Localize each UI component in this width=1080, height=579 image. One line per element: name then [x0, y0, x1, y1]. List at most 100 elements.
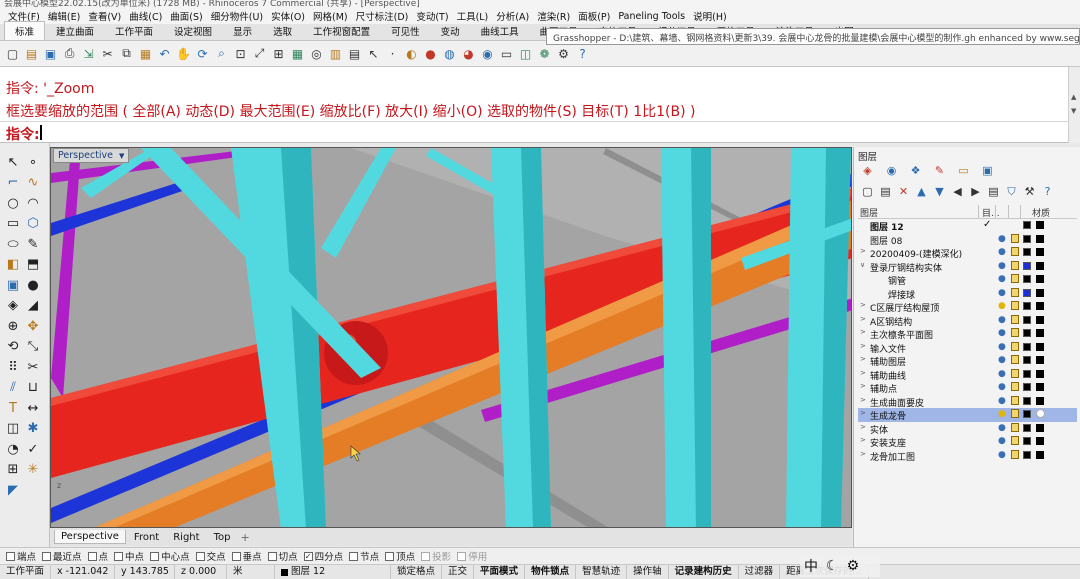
zoom-window-icon[interactable]: ⊡: [232, 45, 249, 62]
osnap-option[interactable]: 停用: [457, 549, 487, 563]
lock-icon[interactable]: [1011, 233, 1019, 243]
folder-icon[interactable]: ▭: [956, 163, 971, 178]
layer-color-swatch[interactable]: [1023, 423, 1031, 432]
command-scrollbar[interactable]: ▲ ▼: [1068, 67, 1080, 143]
lock-icon[interactable]: [1011, 328, 1019, 337]
grid-view-icon[interactable]: ▦: [289, 45, 306, 62]
scroll-down-icon[interactable]: ▼: [1071, 107, 1076, 115]
chevron-right-icon[interactable]: >: [860, 301, 866, 309]
tools-icon[interactable]: ⚒: [1022, 184, 1037, 199]
osnap-option[interactable]: 切点: [267, 549, 298, 563]
surface-icon[interactable]: ◧: [4, 256, 22, 274]
polygon-icon[interactable]: ⬡: [24, 215, 42, 233]
osnap-option[interactable]: 中心点: [150, 549, 190, 563]
material-swatch[interactable]: [1036, 437, 1044, 445]
layer-color-swatch[interactable]: [1023, 396, 1031, 405]
menu-item[interactable]: 细分物件(U): [207, 9, 267, 23]
menu-item[interactable]: Paneling Tools: [614, 11, 689, 22]
layer-color-swatch[interactable]: [1023, 234, 1031, 243]
menu-item[interactable]: 变动(T): [412, 9, 452, 23]
osnap-option[interactable]: 最近点: [42, 549, 82, 563]
color-wheel-icon[interactable]: ◕: [460, 45, 477, 62]
lock-icon[interactable]: [1011, 274, 1019, 283]
menu-item[interactable]: 面板(P): [574, 9, 614, 23]
status-toggle[interactable]: 平面模式: [474, 565, 526, 579]
material-swatch[interactable]: [1036, 342, 1044, 351]
visibility-bulb-icon[interactable]: ●: [998, 342, 1006, 352]
monitor-icon[interactable]: ▣: [980, 163, 995, 178]
visibility-bulb-icon[interactable]: ●: [998, 396, 1006, 406]
explode-icon[interactable]: ✳: [24, 461, 42, 479]
viewport-title[interactable]: Perspective ▼: [53, 148, 130, 163]
chevron-right-icon[interactable]: >: [860, 436, 866, 444]
menu-item[interactable]: 尺寸标注(D): [352, 9, 413, 23]
status-toggle[interactable]: 正交: [442, 565, 475, 579]
material-icon[interactable]: ◍: [441, 45, 458, 62]
layer-color-swatch[interactable]: [1023, 450, 1031, 459]
point-icon[interactable]: ∘: [24, 153, 42, 171]
paint-icon[interactable]: ◤: [4, 481, 22, 499]
layer-color-swatch[interactable]: [1023, 342, 1031, 351]
status-toggle[interactable]: 智慧轨迹: [576, 565, 628, 579]
osnap-option[interactable]: 垂点: [231, 549, 262, 563]
current-check-icon[interactable]: ✓: [983, 219, 991, 230]
toolbar-tab[interactable]: 选取: [263, 22, 302, 40]
visibility-bulb-icon[interactable]: ●: [998, 288, 1006, 298]
lock-icon[interactable]: [1011, 422, 1019, 432]
material-swatch[interactable]: [1036, 396, 1044, 405]
viewport-tab[interactable]: Top: [208, 531, 237, 544]
layer-row[interactable]: > 龙骨加工图 ●: [858, 449, 1077, 463]
layer-color-swatch[interactable]: [1023, 437, 1031, 445]
checkbox-icon[interactable]: [385, 551, 395, 561]
grasshopper-icon[interactable]: ❁: [536, 45, 553, 62]
chevron-right-icon[interactable]: >: [860, 382, 866, 390]
status-toggle[interactable]: 记录建构历史: [669, 565, 739, 579]
lock-icon[interactable]: [1011, 287, 1019, 297]
check-icon[interactable]: ✓: [24, 440, 42, 458]
layer-color-swatch[interactable]: [1023, 261, 1031, 270]
lock-icon[interactable]: [1011, 449, 1019, 459]
toolbar-tab[interactable]: 工作视窗配置: [303, 22, 380, 40]
layer-row[interactable]: > A区钢结构 ●: [858, 314, 1077, 328]
lock-icon[interactable]: [1011, 314, 1019, 324]
menu-item[interactable]: 工具(L): [453, 9, 493, 23]
lock-icon[interactable]: [1011, 355, 1019, 364]
material-swatch[interactable]: [1036, 221, 1044, 229]
layer-color-swatch[interactable]: [1023, 248, 1031, 256]
layer-color-swatch[interactable]: [1023, 288, 1031, 297]
chevron-right-icon[interactable]: >: [860, 315, 866, 323]
chevron-right-icon[interactable]: >: [860, 396, 866, 404]
osnap-option[interactable]: ✓ 四分点: [303, 549, 343, 563]
material-swatch[interactable]: [1036, 423, 1044, 432]
filter-funnel-icon[interactable]: ⛉: [1004, 184, 1019, 199]
chevron-down-icon[interactable]: ∨: [860, 261, 865, 269]
visibility-bulb-icon[interactable]: ●: [998, 436, 1006, 446]
chevron-right-icon[interactable]: >: [860, 409, 866, 417]
layer-row[interactable]: >20200409-(建模深化) ●: [858, 246, 1077, 260]
material-icon[interactable]: ✎: [932, 163, 947, 178]
checkbox-icon[interactable]: [150, 551, 160, 561]
visibility-bulb-icon[interactable]: ●: [998, 301, 1006, 311]
status-toggle[interactable]: 过滤器: [739, 565, 781, 579]
viewport-tab[interactable]: Front: [128, 531, 165, 544]
toolbar-tab[interactable]: 工作平面: [105, 22, 163, 40]
layer-icon[interactable]: ◈: [860, 163, 875, 178]
osnap-option[interactable]: 点: [87, 549, 108, 563]
checkbox-icon[interactable]: [42, 551, 52, 561]
cut-icon[interactable]: ✂: [99, 45, 116, 62]
material-swatch[interactable]: [1036, 248, 1044, 256]
lock-icon[interactable]: [1011, 409, 1019, 418]
layer-row[interactable]: 图层 12 ✓: [858, 219, 1077, 233]
layer-row[interactable]: 焊接球 ●: [858, 287, 1077, 301]
new-sublayer-icon[interactable]: ▤: [878, 184, 893, 199]
status-toggle[interactable]: 物件锁点: [525, 565, 577, 579]
chevron-right-icon[interactable]: >: [860, 247, 866, 255]
layer-row[interactable]: > 安装支座 ●: [858, 435, 1077, 449]
copy-icon[interactable]: ⧉: [118, 45, 135, 62]
osnap-option[interactable]: 交点: [195, 549, 226, 563]
osnap-option[interactable]: 顶点: [385, 549, 415, 563]
freeform-icon[interactable]: ✎: [24, 235, 42, 253]
add-viewport-icon[interactable]: +: [240, 531, 249, 544]
rectangle-icon[interactable]: ▭: [4, 215, 22, 233]
extrude-icon[interactable]: ⬒: [24, 256, 42, 274]
